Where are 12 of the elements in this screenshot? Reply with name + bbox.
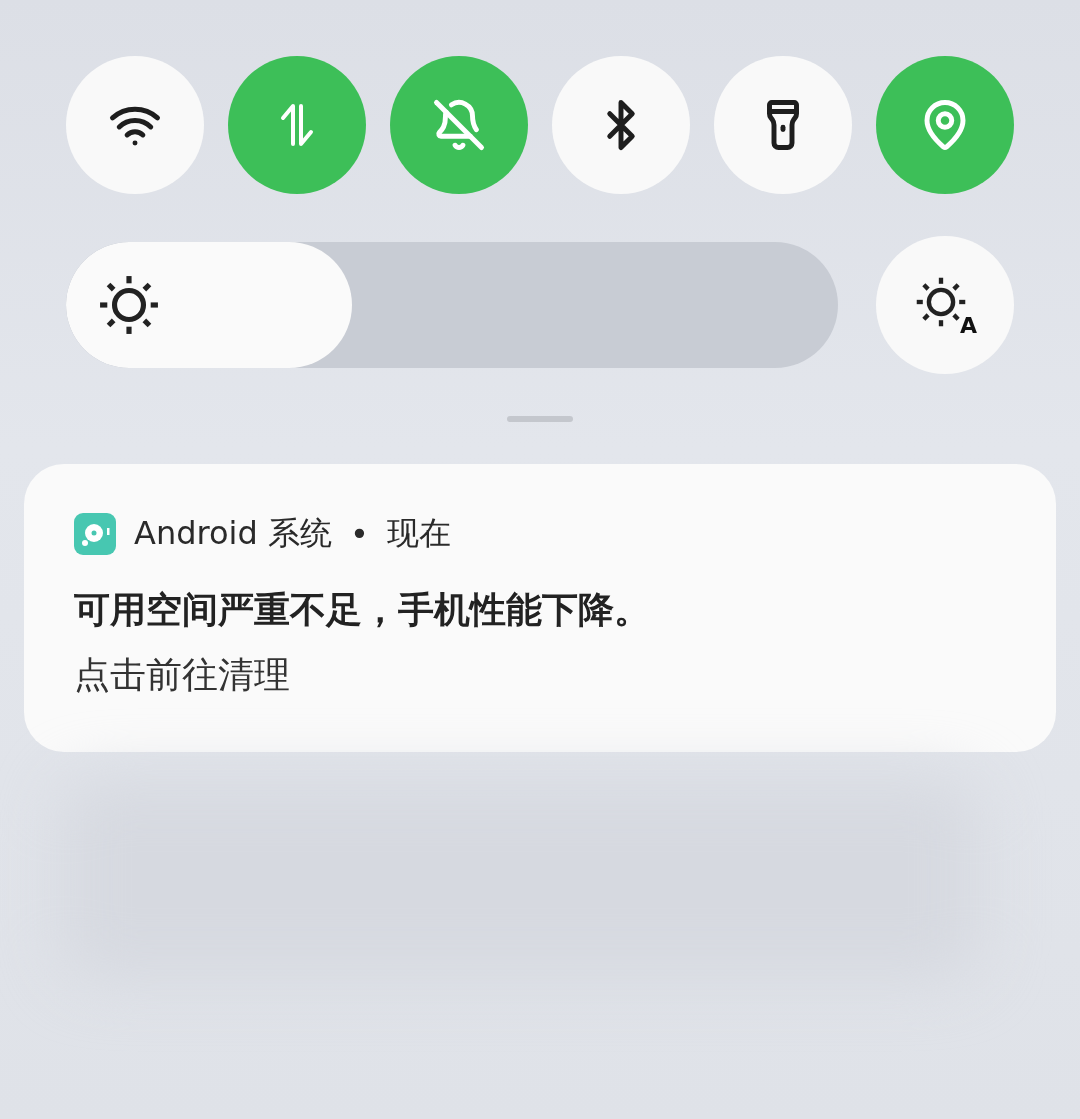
notification-body: 点击前往清理 [74,653,291,697]
notification-title: 可用空间严重不足，手机性能下降。 [74,588,651,632]
auto-brightness-button[interactable]: A [876,236,1014,374]
bell-off-icon [432,98,486,152]
app-icon [74,513,116,555]
app-name: Android 系统 [134,513,332,554]
notification-card[interactable]: Android 系统 • 现在 可用空间严重不足，手机性能下降。 点击前往清理 [24,464,1056,752]
notification-time: 现在 [386,513,451,554]
drag-handle[interactable] [507,416,573,422]
auto-letter: A [959,313,977,338]
sun-icon [98,274,160,336]
separator-dot: • [349,515,369,553]
